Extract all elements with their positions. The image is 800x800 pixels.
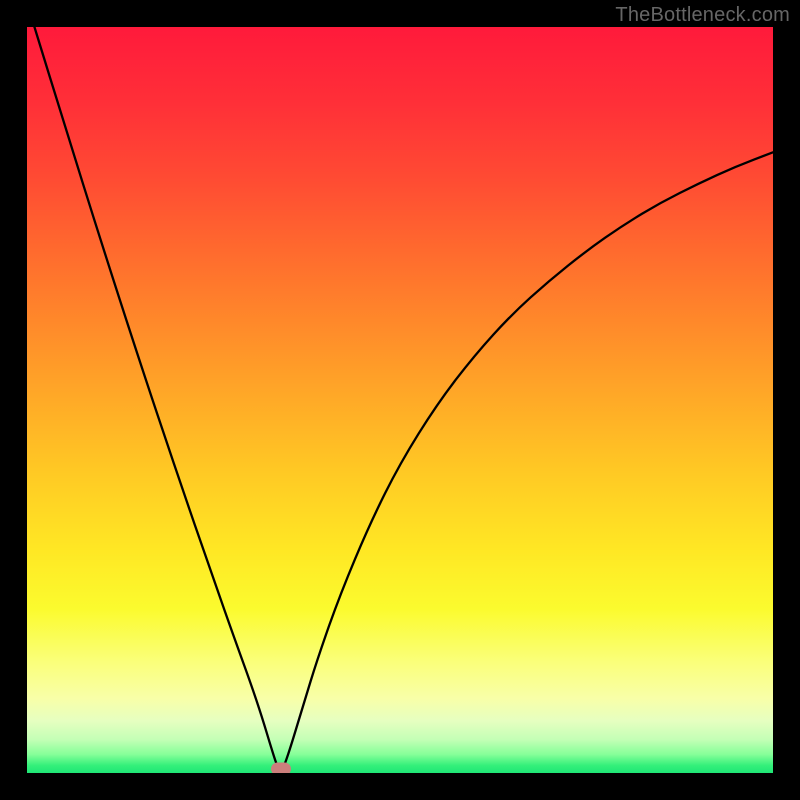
optimum-marker [271,763,291,773]
plot-area [27,27,773,773]
watermark-text: TheBottleneck.com [615,4,790,27]
curve-layer [27,27,773,773]
bottleneck-curve [34,27,773,771]
chart-frame: TheBottleneck.com [0,0,800,800]
